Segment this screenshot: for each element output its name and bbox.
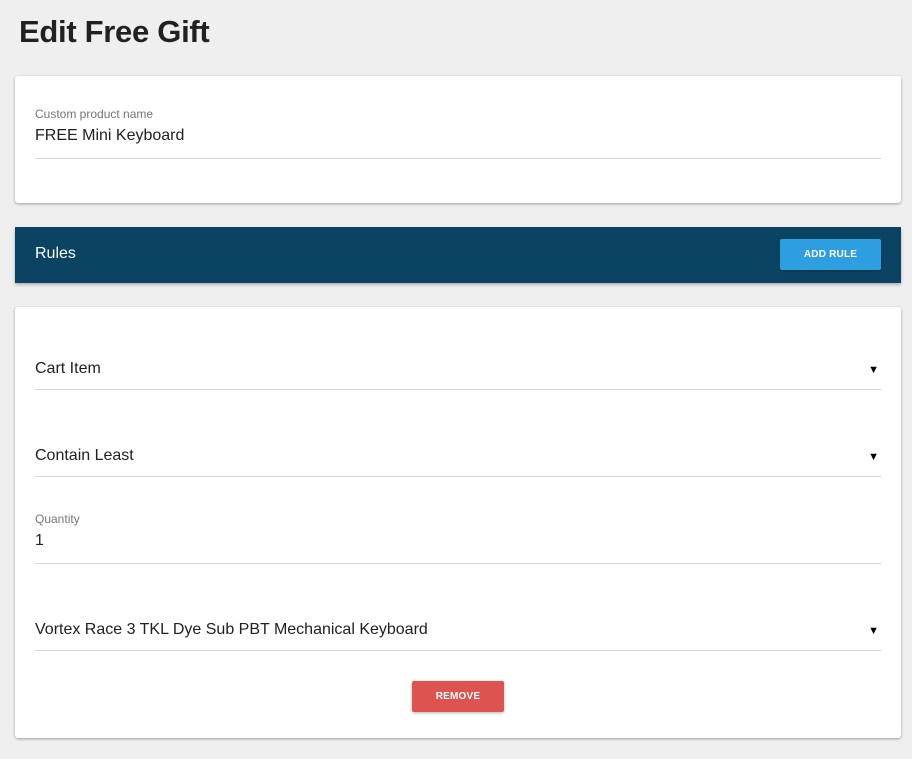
quantity-input[interactable] [35, 532, 815, 550]
chevron-down-icon: ▼ [868, 625, 879, 637]
chevron-down-icon: ▼ [868, 364, 879, 376]
rule-card: Cart Item ▼ Contain Least ▼ Quantity Vor… [15, 307, 901, 738]
custom-product-name-label: Custom product name [35, 107, 154, 121]
remove-rule-button[interactable]: REMOVE [412, 681, 504, 712]
product-name-card: Custom product name [15, 76, 901, 203]
custom-product-name-field[interactable]: Custom product name [35, 76, 881, 159]
quantity-field[interactable]: Quantity [35, 477, 881, 564]
rules-header: Rules ADD RULE [15, 227, 901, 283]
quantity-label: Quantity [35, 512, 80, 526]
page-title: Edit Free Gift [19, 14, 210, 49]
add-rule-button[interactable]: ADD RULE [780, 239, 881, 270]
rule-subject-value: Cart Item [35, 360, 101, 377]
rule-condition-value: Contain Least [35, 447, 134, 464]
rule-condition-select[interactable]: Contain Least ▼ [35, 390, 881, 477]
rule-subject-select[interactable]: Cart Item ▼ [35, 307, 881, 390]
custom-product-name-input[interactable] [35, 127, 815, 145]
rule-product-select[interactable]: Vortex Race 3 TKL Dye Sub PBT Mechanical… [35, 564, 881, 651]
rules-title: Rules [35, 245, 76, 262]
chevron-down-icon: ▼ [868, 451, 879, 463]
rule-product-value: Vortex Race 3 TKL Dye Sub PBT Mechanical… [35, 621, 428, 638]
